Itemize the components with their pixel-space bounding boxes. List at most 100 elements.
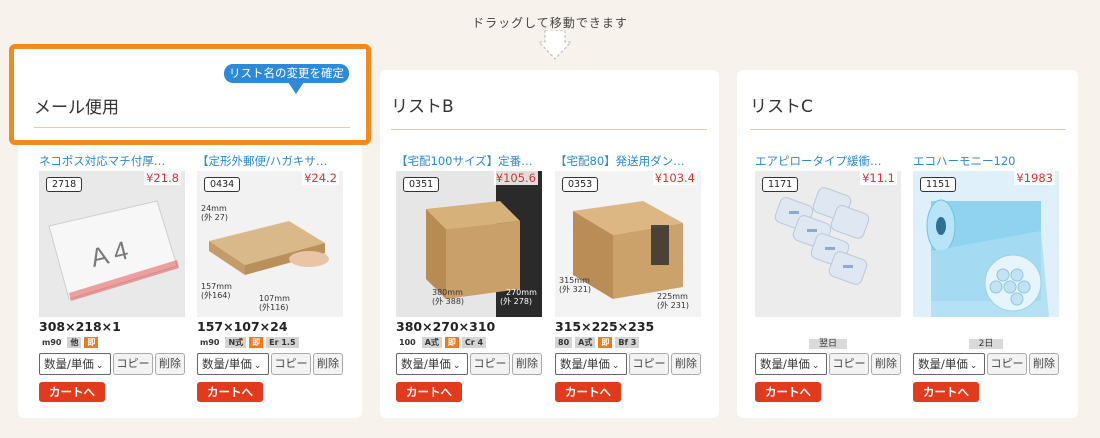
product-name-link[interactable]: 【宅配80】発送用ダン…	[555, 153, 701, 169]
delete-button[interactable]: 削除	[313, 353, 343, 375]
badge-type: N式	[225, 336, 247, 348]
add-to-cart-button[interactable]: カートへ	[39, 382, 105, 402]
quantity-unit-select[interactable]: 数量/単価 ⌄	[755, 353, 827, 375]
product-price: ¥1983	[1014, 171, 1055, 185]
product-size: 308×218×1	[39, 319, 121, 334]
quantity-unit-select[interactable]: 数量/単価 ⌄	[396, 353, 468, 375]
copy-button[interactable]: コピー	[829, 353, 869, 375]
product-card: 【定形外郵便/ハガキサ… 24mm (外 27) 157mm (外164) 10…	[197, 153, 343, 402]
product-code: 0434	[204, 177, 241, 192]
badge-grade: m90	[42, 337, 62, 347]
add-to-cart-button[interactable]: カートへ	[755, 382, 821, 402]
product-name-link[interactable]: 【定形外郵便/ハガキサ…	[197, 153, 343, 169]
dim-label: 270mm	[506, 288, 537, 297]
qty-select-label: 数量/単価	[760, 357, 810, 371]
product-image[interactable]: A 4 2718 ¥21.8	[39, 171, 185, 317]
bubble-wrap-roll-illustration	[926, 199, 1049, 317]
dim-label: 24mm	[201, 204, 227, 213]
add-to-cart-button[interactable]: カートへ	[396, 382, 462, 402]
product-image[interactable]: 380mm (外 388) 270mm (外 278) 0351 ¥105.6	[396, 171, 542, 317]
copy-button[interactable]: コピー	[470, 353, 510, 375]
chevron-down-icon: ⌄	[611, 361, 620, 371]
product-badges: 80 A式 即 Bf 3	[555, 336, 701, 348]
badge-flute: Cr 4	[461, 336, 487, 348]
confirm-list-name-button[interactable]: リスト名の変更を確定	[224, 64, 349, 83]
product-price: ¥105.6	[493, 171, 538, 185]
copy-button[interactable]: コピー	[987, 353, 1027, 375]
copy-button[interactable]: コピー	[113, 353, 153, 375]
delete-button[interactable]: 削除	[512, 353, 542, 375]
air-pillow-illustration	[774, 187, 870, 285]
qty-select-label: 数量/単価	[918, 357, 968, 371]
product-image[interactable]: 24mm (外 27) 157mm (外164) 107mm (外116) 04…	[197, 171, 343, 317]
list-title-divider	[391, 129, 707, 130]
product-name-link[interactable]: エアピロータイプ緩衝…	[755, 153, 901, 169]
qty-select-label: 数量/単価	[560, 357, 610, 371]
product-size: 380×270×310	[396, 319, 496, 334]
list-title[interactable]: リストC	[750, 92, 813, 117]
qty-select-label: 数量/単価	[44, 357, 94, 371]
product-price: ¥103.4	[652, 171, 697, 185]
product-code: 2718	[46, 177, 83, 192]
badge-flute: Er 1.5	[266, 336, 299, 348]
dim-label: (外 321)	[559, 284, 591, 294]
delivery-days-label: 翌日	[808, 339, 847, 349]
delete-button[interactable]: 削除	[1029, 353, 1059, 375]
delete-button[interactable]: 削除	[671, 353, 701, 375]
quantity-unit-select[interactable]: 数量/単価 ⌄	[555, 353, 627, 375]
delivery-days-label: 2日	[968, 339, 1004, 349]
badge-grade: 100	[399, 337, 416, 347]
flat-box-illustration: 24mm (外 27) 157mm (外164) 107mm (外116)	[201, 204, 329, 312]
cardboard-box-illustration: 315mm (外 321) 225mm (外 231)	[559, 201, 689, 310]
add-to-cart-button[interactable]: カートへ	[197, 382, 263, 402]
list-title-divider	[750, 129, 1066, 130]
quantity-unit-select[interactable]: 数量/単価 ⌄	[913, 353, 985, 375]
product-price: ¥11.1	[860, 171, 897, 185]
dim-label: 157mm	[201, 282, 232, 291]
add-to-cart-button[interactable]: カートへ	[555, 382, 621, 402]
delete-button[interactable]: 削除	[155, 353, 185, 375]
delivery-days: 2日	[913, 336, 1059, 349]
dim-label: (外164)	[201, 290, 231, 300]
product-image[interactable]: 315mm (外 321) 225mm (外 231) 0353 ¥103.4	[555, 171, 701, 317]
badge-instant: 即	[444, 336, 459, 348]
chevron-down-icon: ⌄	[811, 361, 820, 371]
product-image[interactable]: 1171 ¥11.1	[755, 171, 901, 317]
dim-label: 225mm	[657, 292, 688, 301]
product-name-link[interactable]: ネコポス対応マチ付厚…	[39, 153, 185, 169]
badge-type: 他	[67, 336, 82, 348]
product-name-link[interactable]: エコハーモニー120	[913, 153, 1059, 169]
product-size: 157×107×24	[197, 319, 288, 334]
badge-instant: 即	[249, 336, 264, 348]
product-code: 1151	[920, 177, 957, 192]
drag-hint: ドラッグして移動できます	[472, 16, 628, 30]
copy-button[interactable]: コピー	[271, 353, 311, 375]
qty-select-label: 数量/単価	[401, 357, 451, 371]
dim-label: 315mm	[559, 276, 590, 285]
product-size	[755, 319, 901, 334]
delete-button[interactable]: 削除	[871, 353, 901, 375]
product-price: ¥24.2	[302, 171, 339, 185]
add-to-cart-button[interactable]: カートへ	[913, 382, 979, 402]
product-price: ¥21.8	[144, 171, 181, 185]
badge-grade: 80	[555, 336, 573, 348]
dim-label: (外116)	[259, 302, 289, 312]
confirm-tooltip-tail	[288, 82, 304, 94]
product-badges: 100 A式 即 Cr 4	[396, 336, 542, 348]
list-title[interactable]: リストB	[391, 92, 454, 117]
product-code: 0351	[403, 177, 440, 192]
product-image[interactable]: 1151 ¥1983	[913, 171, 1059, 317]
list-title-divider	[34, 127, 350, 128]
quantity-unit-select[interactable]: 数量/単価 ⌄	[39, 353, 111, 375]
chevron-down-icon: ⌄	[452, 361, 461, 371]
copy-button[interactable]: コピー	[629, 353, 669, 375]
badge-grade: m90	[200, 337, 220, 347]
delivery-days: 翌日	[755, 336, 901, 349]
dim-label: (外 278)	[500, 296, 532, 306]
list-name-input[interactable]: メール便用	[34, 93, 119, 118]
product-card: ネコポス対応マチ付厚… A 4 2718 ¥21.8 308×218×1 m90…	[39, 153, 185, 402]
quantity-unit-select[interactable]: 数量/単価 ⌄	[197, 353, 269, 375]
drag-arrow-icon	[537, 30, 573, 60]
product-name-link[interactable]: 【宅配100サイズ】定番…	[396, 153, 542, 169]
chevron-down-icon: ⌄	[969, 361, 978, 371]
